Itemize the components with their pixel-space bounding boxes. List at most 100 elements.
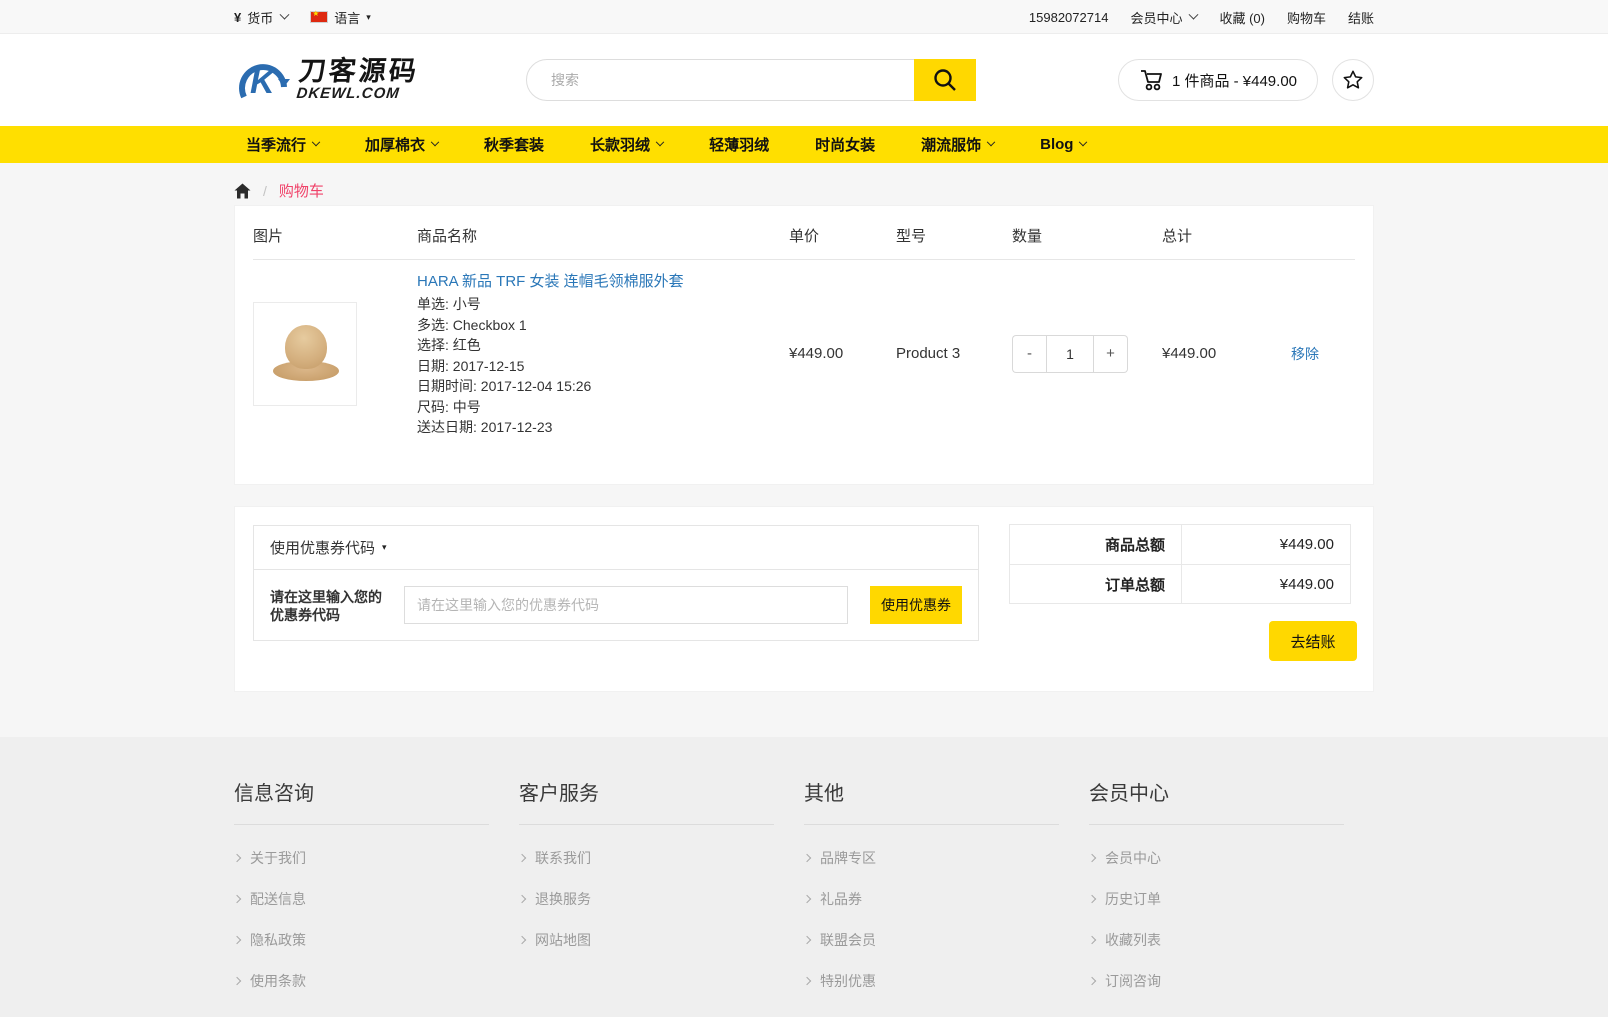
home-icon[interactable] — [234, 183, 251, 199]
coupon-code-input[interactable] — [404, 586, 848, 624]
footer-col-service: 客户服务 联系我们 退换服务 网站地图 — [519, 777, 804, 1001]
apply-coupon-button[interactable]: 使用优惠券 — [870, 586, 962, 624]
chevron-right-icon — [233, 976, 241, 984]
chevron-right-icon — [518, 853, 526, 861]
footer-col-title: 信息咨询 — [234, 777, 489, 825]
col-header-total: 总计 — [1162, 206, 1291, 260]
chevron-right-icon — [233, 894, 241, 902]
chevron-right-icon — [1088, 894, 1096, 902]
caret-down-icon: ▾ — [366, 12, 371, 23]
totals-row-subtotal: 商品总额 ¥449.00 — [1010, 525, 1350, 564]
caret-down-icon: ▾ — [382, 542, 387, 553]
footer-link-account[interactable]: 会员中心 — [1089, 837, 1374, 878]
col-header-model: 型号 — [896, 206, 1012, 260]
summary-panel: 使用优惠券代码 ▾ 请在这里输入您的优惠券代码 使用优惠券 商品总额 ¥449.… — [234, 506, 1374, 692]
cart-icon — [1139, 69, 1163, 91]
nav-item-padded-coats[interactable]: 加厚棉衣 — [365, 134, 438, 155]
chevron-down-icon — [431, 137, 439, 145]
nav-item-seasonal[interactable]: 当季流行 — [246, 134, 319, 155]
footer-link-wishlist[interactable]: 收藏列表 — [1089, 919, 1374, 960]
nav-item-womens-fashion[interactable]: 时尚女装 — [815, 134, 875, 155]
product-attribute: 尺码: 中号 — [417, 397, 789, 418]
footer-link-brands[interactable]: 品牌专区 — [804, 837, 1089, 878]
unit-price: ¥449.00 — [789, 260, 896, 438]
footer-link-affiliate[interactable]: 联盟会员 — [804, 919, 1089, 960]
language-label: 语言 — [334, 8, 360, 27]
coupon-field-label: 请在这里输入您的优惠券代码 — [270, 586, 382, 624]
chevron-right-icon — [1088, 976, 1096, 984]
line-total: ¥449.00 — [1162, 260, 1291, 438]
wishlist-star-button[interactable] — [1332, 59, 1374, 101]
remove-item-link[interactable]: 移除 — [1291, 346, 1319, 362]
language-selector[interactable]: 语言 ▾ — [310, 8, 371, 27]
chevron-down-icon — [987, 137, 995, 145]
product-attribute: 选择: 红色 — [417, 335, 789, 356]
footer-link-newsletter[interactable]: 订阅咨询 — [1089, 960, 1374, 1001]
wishlist-link[interactable]: 收藏 (0) — [1219, 8, 1265, 27]
product-model: Product 3 — [896, 260, 1012, 438]
quantity-decrease-button[interactable]: - — [1012, 335, 1046, 373]
footer-link-sitemap[interactable]: 网站地图 — [519, 919, 804, 960]
product-thumbnail[interactable] — [253, 302, 357, 406]
footer-link-orders[interactable]: 历史订单 — [1089, 878, 1374, 919]
chevron-right-icon — [518, 894, 526, 902]
product-attribute: 单选: 小号 — [417, 294, 789, 315]
search-bar — [526, 59, 976, 101]
footer-link-returns[interactable]: 退换服务 — [519, 878, 804, 919]
checkout-button[interactable]: 去结账 — [1269, 621, 1357, 661]
footer-col-title: 其他 — [804, 777, 1059, 825]
footer-link-contact[interactable]: 联系我们 — [519, 837, 804, 878]
totals-row-order-total: 订单总额 ¥449.00 — [1010, 564, 1350, 603]
search-input[interactable] — [526, 59, 976, 101]
nav-item-autumn-sets[interactable]: 秋季套装 — [484, 134, 544, 155]
cart-summary-button[interactable]: 1 件商品 - ¥449.00 — [1118, 59, 1318, 101]
currency-selector[interactable]: ¥ 货币 — [234, 8, 288, 27]
footer-link-about[interactable]: 关于我们 — [234, 837, 519, 878]
coupon-box: 使用优惠券代码 ▾ 请在这里输入您的优惠券代码 使用优惠券 — [253, 525, 979, 641]
quantity-increase-button[interactable]: + — [1094, 335, 1128, 373]
cart-table: 图片 商品名称 单价 型号 数量 总计 — [253, 206, 1355, 438]
site-footer: 信息咨询 关于我们 配送信息 隐私政策 使用条款 客户服务 联系我们 退换服务 … — [0, 737, 1608, 1017]
chevron-down-icon — [1189, 9, 1199, 19]
product-name-link[interactable]: HARA 新品 TRF 女装 连帽毛领棉服外套 — [417, 270, 684, 291]
cart-header-row: 图片 商品名称 单价 型号 数量 总计 — [253, 206, 1355, 260]
breadcrumb-cart[interactable]: 购物车 — [279, 180, 324, 201]
footer-col-account: 会员中心 会员中心 历史订单 收藏列表 订阅咨询 — [1089, 777, 1374, 1001]
footer-link-giftcard[interactable]: 礼品券 — [804, 878, 1089, 919]
footer-col-title: 会员中心 — [1089, 777, 1344, 825]
logo-swoosh-icon: K — [234, 53, 292, 107]
footer-link-privacy[interactable]: 隐私政策 — [234, 919, 519, 960]
search-button[interactable] — [914, 59, 976, 101]
chevron-down-icon — [1079, 137, 1087, 145]
chevron-right-icon — [233, 935, 241, 943]
footer-link-delivery[interactable]: 配送信息 — [234, 878, 519, 919]
order-totals: 商品总额 ¥449.00 订单总额 ¥449.00 — [1009, 524, 1351, 604]
site-logo[interactable]: K 刀客源码 DKEWL.COM — [234, 53, 418, 107]
footer-link-specials[interactable]: 特别优惠 — [804, 960, 1089, 1001]
svg-text:K: K — [250, 63, 277, 101]
nav-item-light-down[interactable]: 轻薄羽绒 — [709, 134, 769, 155]
chevron-right-icon — [803, 853, 811, 861]
logo-subtitle: DKEWL.COM — [296, 85, 418, 102]
quantity-input[interactable] — [1046, 335, 1094, 373]
checkout-link[interactable]: 结账 — [1348, 8, 1374, 27]
chevron-right-icon — [803, 935, 811, 943]
product-attribute: 日期时间: 2017-12-04 15:26 — [417, 376, 789, 397]
cart-link[interactable]: 购物车 — [1287, 8, 1326, 27]
china-flag-icon — [310, 11, 328, 23]
footer-link-terms[interactable]: 使用条款 — [234, 960, 519, 1001]
coupon-toggle[interactable]: 使用优惠券代码 ▾ — [254, 526, 978, 570]
cart-panel: 图片 商品名称 单价 型号 数量 总计 — [234, 205, 1374, 485]
nav-item-long-down[interactable]: 长款羽绒 — [590, 134, 663, 155]
col-header-price: 单价 — [789, 206, 896, 260]
nav-item-blog[interactable]: Blog — [1040, 136, 1086, 153]
product-attribute: 送达日期: 2017-12-23 — [417, 417, 789, 438]
footer-col-title: 客户服务 — [519, 777, 774, 825]
chevron-down-icon — [656, 137, 664, 145]
nav-item-trendy[interactable]: 潮流服饰 — [921, 134, 994, 155]
star-icon — [1342, 69, 1364, 91]
footer-col-information: 信息咨询 关于我们 配送信息 隐私政策 使用条款 — [234, 777, 519, 1001]
chevron-right-icon — [803, 894, 811, 902]
member-center-menu[interactable]: 会员中心 — [1130, 8, 1197, 27]
currency-label: 货币 — [247, 8, 273, 27]
